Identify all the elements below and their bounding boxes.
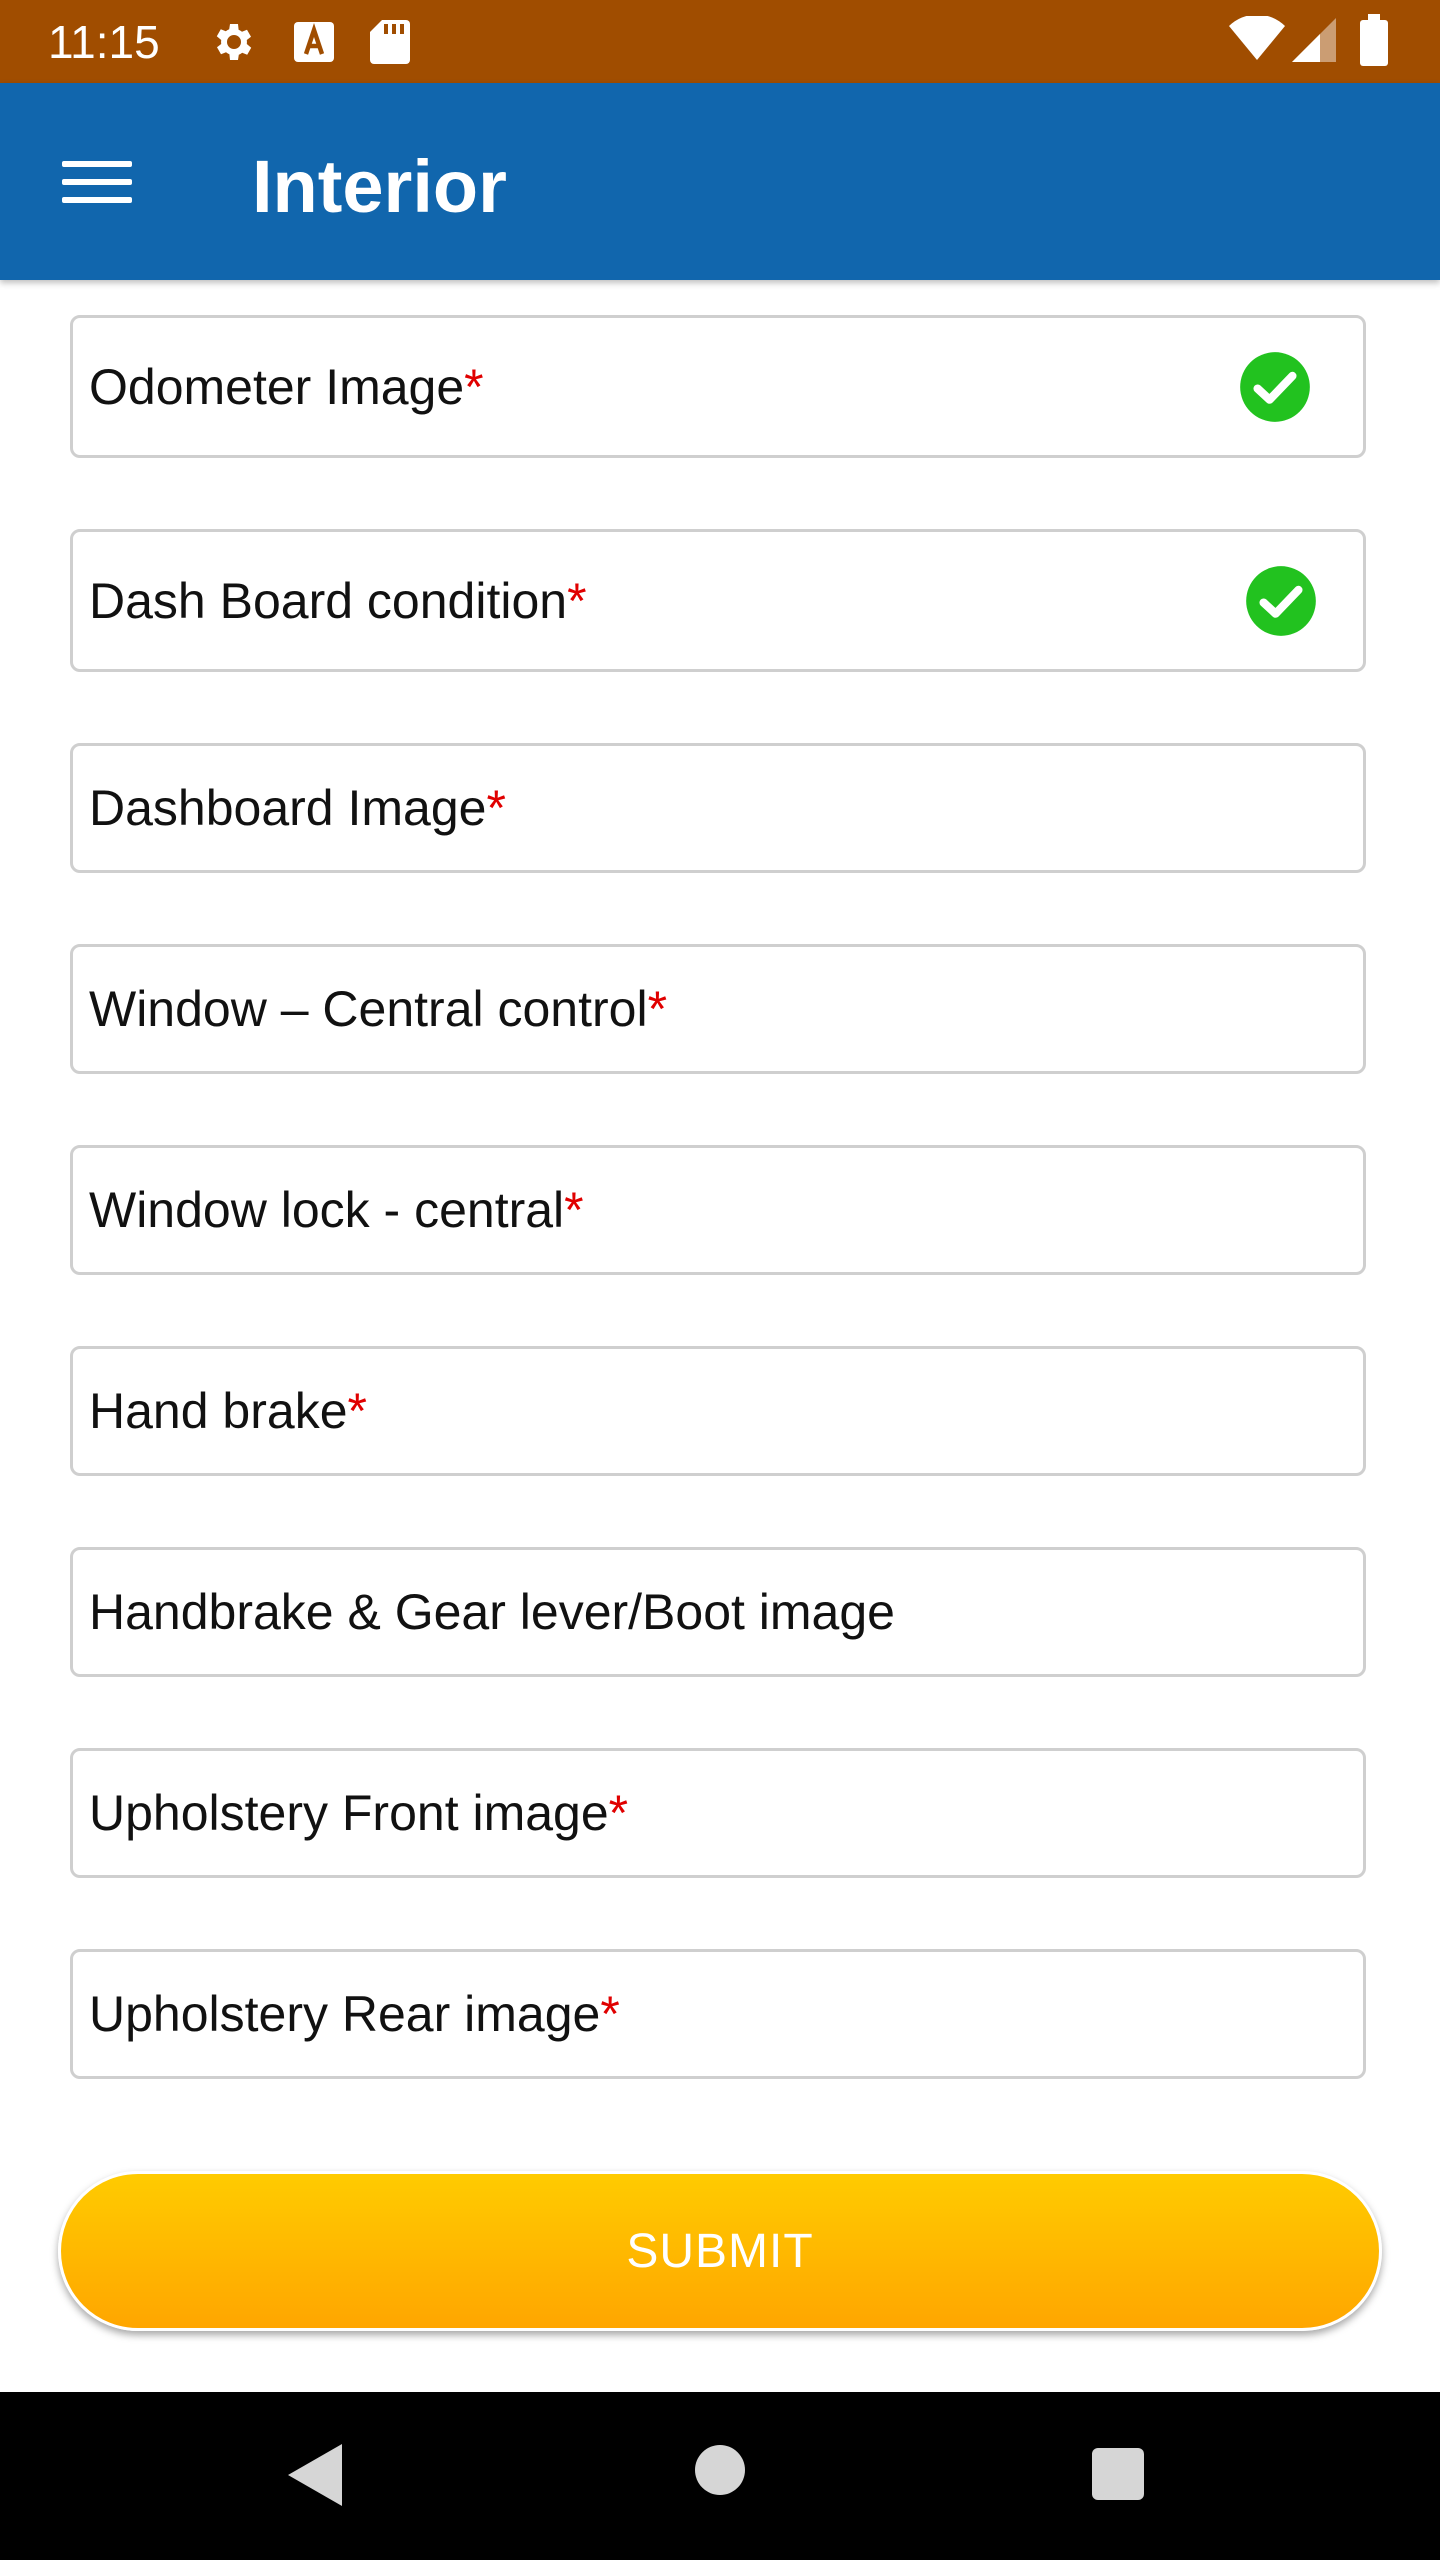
home-icon[interactable] xyxy=(694,2444,746,2496)
check-circle-icon xyxy=(1240,351,1310,422)
submit-label: SUBMIT xyxy=(626,2224,814,2278)
system-nav-bar xyxy=(0,2392,1440,2560)
field-label: Upholstery Front image* xyxy=(89,1785,629,1841)
field-handbrake-gear-lever-boot-image[interactable]: Handbrake & Gear lever/Boot image xyxy=(70,1547,1366,1677)
field-upholstery-rear-image[interactable]: Upholstery Rear image* xyxy=(70,1949,1366,2079)
field-dashboard-image[interactable]: Dashboard Image* xyxy=(70,743,1366,873)
status-time: 11:15 xyxy=(48,16,160,68)
wifi-icon xyxy=(1229,16,1285,60)
recents-icon[interactable] xyxy=(1090,2446,1146,2502)
field-label: Handbrake & Gear lever/Boot image xyxy=(89,1584,895,1640)
field-upholstery-front-image[interactable]: Upholstery Front image* xyxy=(70,1748,1366,1878)
field-window-lock-central[interactable]: Window lock - central* xyxy=(70,1145,1366,1275)
field-label: Dash Board condition* xyxy=(89,572,587,629)
hamburger-menu-icon[interactable] xyxy=(40,137,150,227)
app-bar: Interior xyxy=(0,83,1440,280)
field-label: Upholstery Rear image* xyxy=(89,1986,620,2042)
field-odometer-image[interactable]: Odometer Image* xyxy=(70,315,1366,458)
battery-icon xyxy=(1360,14,1388,66)
field-label: Hand brake* xyxy=(89,1383,367,1439)
settings-icon xyxy=(216,24,252,60)
signal-icon xyxy=(1292,18,1336,62)
font-download-icon xyxy=(294,22,334,62)
status-bar: 11:15 xyxy=(0,0,1440,83)
field-hand-brake[interactable]: Hand brake* xyxy=(70,1346,1366,1476)
field-label: Dashboard Image* xyxy=(89,780,506,836)
field-label: Window – Central control* xyxy=(89,981,668,1037)
field-dash-board-condition[interactable]: Dash Board condition* xyxy=(70,529,1366,672)
field-window-central-control[interactable]: Window – Central control* xyxy=(70,944,1366,1074)
field-label: Window lock - central* xyxy=(89,1182,584,1238)
sd-card-icon xyxy=(370,20,410,64)
field-label: Odometer Image* xyxy=(89,358,484,415)
page-title: Interior xyxy=(252,145,507,228)
back-icon[interactable] xyxy=(284,2442,346,2508)
check-circle-icon xyxy=(1246,565,1316,636)
submit-button[interactable]: SUBMIT xyxy=(58,2171,1382,2331)
